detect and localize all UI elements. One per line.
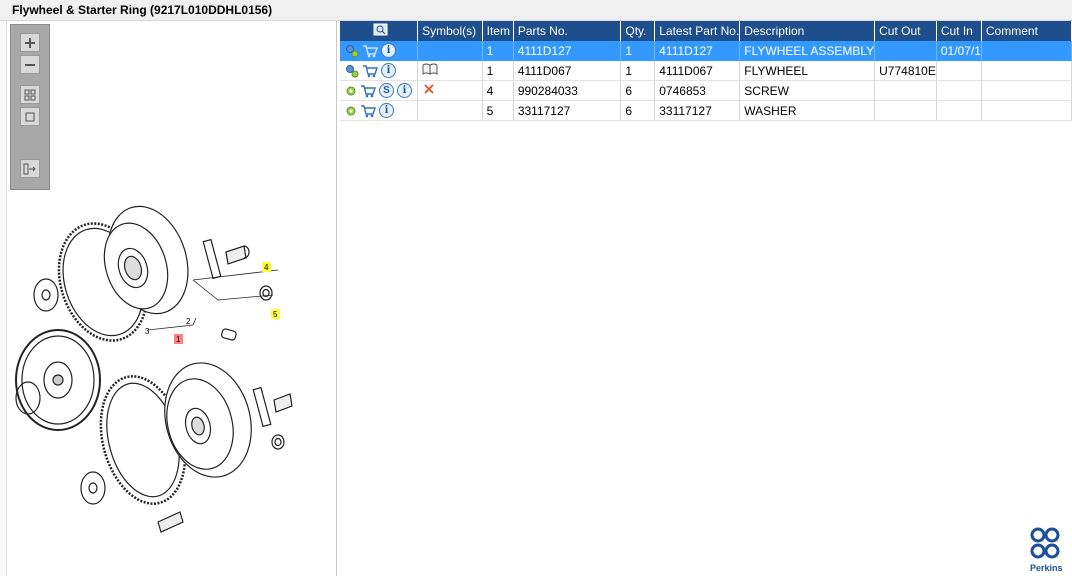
table-header: Symbol(s) Item Parts No. Qty. Latest Par… bbox=[340, 21, 1072, 41]
col-actions[interactable] bbox=[340, 21, 419, 41]
callout-2: 2 bbox=[186, 317, 191, 326]
cell-latest-part-no: 33117127 bbox=[654, 100, 741, 121]
cell-item: 5 bbox=[482, 100, 514, 121]
cart-icon[interactable] bbox=[362, 64, 378, 78]
cell-symbols bbox=[417, 100, 483, 121]
col-symbols[interactable]: Symbol(s) bbox=[417, 21, 483, 41]
gears-icon[interactable] bbox=[345, 64, 359, 78]
pane-splitter[interactable] bbox=[0, 21, 7, 576]
row-actions: S i bbox=[340, 80, 419, 101]
window-title: Flywheel & Starter Ring (9217L010DDHL015… bbox=[12, 3, 273, 17]
gear-icon[interactable] bbox=[345, 84, 357, 98]
col-cut-in[interactable]: Cut In bbox=[936, 21, 982, 41]
cell-description: FLYWHEEL ASSEMBLY bbox=[739, 41, 876, 61]
zoom-out-button[interactable] bbox=[20, 55, 40, 74]
cell-cut-out bbox=[874, 100, 937, 121]
cell-parts-no: 990284033 bbox=[513, 80, 622, 101]
zoom-in-button[interactable] bbox=[20, 33, 40, 52]
col-cut-out[interactable]: Cut Out bbox=[874, 21, 937, 41]
gear-icon[interactable] bbox=[345, 104, 357, 118]
cell-qty: 6 bbox=[620, 80, 656, 101]
book-icon[interactable] bbox=[422, 62, 438, 76]
export-button[interactable] bbox=[20, 159, 40, 178]
cross-icon[interactable] bbox=[422, 82, 436, 96]
grid-icon bbox=[24, 89, 36, 100]
square-icon bbox=[25, 112, 35, 121]
cell-cut-in bbox=[936, 100, 982, 121]
parts-diagram: 4 5 1 2 3 bbox=[8, 200, 328, 570]
cell-description: WASHER bbox=[739, 100, 876, 121]
export-icon bbox=[23, 163, 36, 174]
cell-symbols bbox=[417, 60, 483, 81]
cell-cut-in bbox=[936, 80, 982, 101]
zoom-toolbox bbox=[10, 24, 50, 190]
info-icon[interactable]: i bbox=[397, 83, 412, 98]
parts-grid: Symbol(s) Item Parts No. Qty. Latest Par… bbox=[340, 21, 1072, 576]
row-actions: i bbox=[340, 41, 419, 61]
plus-icon bbox=[25, 37, 35, 48]
table-row[interactable]: i 1 4111D127 1 4111D127 FLYWHEEL ASSEMBL… bbox=[340, 41, 1072, 61]
title-bar: Flywheel & Starter Ring (9217L010DDHL015… bbox=[0, 0, 1072, 21]
cell-comment bbox=[981, 100, 1072, 121]
col-parts-no[interactable]: Parts No. bbox=[513, 21, 622, 41]
info-icon[interactable]: i bbox=[381, 43, 396, 58]
info-icon[interactable]: i bbox=[381, 63, 396, 78]
cell-item: 1 bbox=[482, 60, 514, 81]
cell-comment bbox=[981, 80, 1072, 101]
cart-icon[interactable] bbox=[362, 44, 378, 58]
row-actions: i bbox=[340, 60, 419, 81]
cell-item: 4 bbox=[482, 80, 514, 101]
cell-qty: 1 bbox=[620, 60, 656, 81]
cell-comment bbox=[981, 41, 1072, 61]
cell-cut-in bbox=[936, 60, 982, 81]
cell-qty: 1 bbox=[620, 41, 656, 61]
callout-1: 1 bbox=[176, 335, 181, 344]
col-description[interactable]: Description bbox=[739, 21, 876, 41]
cell-qty: 6 bbox=[620, 100, 656, 121]
cell-cut-out: U774810E bbox=[874, 60, 937, 81]
cell-description: SCREW bbox=[739, 80, 876, 101]
info-icon[interactable]: i bbox=[379, 103, 394, 118]
row-actions: i bbox=[340, 100, 419, 121]
column-chooser-icon bbox=[373, 23, 388, 35]
cell-description: FLYWHEEL bbox=[739, 60, 876, 81]
cell-cut-out bbox=[874, 80, 937, 101]
cell-item: 1 bbox=[482, 41, 514, 61]
cell-latest-part-no: 4111D067 bbox=[654, 60, 741, 81]
cell-latest-part-no: 0746853 bbox=[654, 80, 741, 101]
cell-symbols bbox=[417, 41, 483, 61]
perkins-logo: Perkins bbox=[1028, 526, 1068, 574]
cell-parts-no: 33117127 bbox=[513, 100, 622, 121]
col-qty[interactable]: Qty. bbox=[620, 21, 656, 41]
cell-parts-no: 4111D127 bbox=[513, 41, 622, 61]
perkins-logo-mark bbox=[1030, 527, 1060, 559]
minus-icon bbox=[25, 63, 35, 66]
actual-size-button[interactable] bbox=[20, 107, 40, 126]
gears-icon[interactable] bbox=[345, 44, 359, 58]
callout-4: 4 bbox=[264, 263, 269, 272]
col-comment[interactable]: Comment bbox=[981, 21, 1072, 41]
cell-cut-in: 01/07/1 bbox=[936, 41, 982, 61]
table-row[interactable]: i 1 4111D067 1 4111D067 FLYWHEEL U774810… bbox=[340, 60, 1072, 81]
cell-symbols bbox=[417, 80, 483, 101]
cell-parts-no: 4111D067 bbox=[513, 60, 622, 81]
table-row[interactable]: i 5 33117127 6 33117127 WASHER bbox=[340, 100, 1072, 121]
s-badge-icon[interactable]: S bbox=[379, 83, 394, 98]
cart-icon[interactable] bbox=[360, 104, 376, 118]
brand-name: Perkins bbox=[1030, 563, 1063, 573]
parts-table: Symbol(s) Item Parts No. Qty. Latest Par… bbox=[340, 21, 1072, 121]
callout-5: 5 bbox=[273, 310, 278, 319]
flywheel-exploded-drawing: 4 5 1 2 3 bbox=[15, 205, 293, 533]
fit-all-button[interactable] bbox=[20, 85, 40, 104]
col-latest-part-no[interactable]: Latest Part No. bbox=[654, 21, 741, 41]
callout-3: 3 bbox=[145, 327, 150, 336]
cart-icon[interactable] bbox=[360, 84, 376, 98]
cell-latest-part-no: 4111D127 bbox=[654, 41, 741, 61]
cell-comment bbox=[981, 60, 1072, 81]
cell-cut-out bbox=[874, 41, 937, 61]
table-row[interactable]: S i 4 990284033 6 0746853 SCREW bbox=[340, 80, 1072, 101]
col-item[interactable]: Item bbox=[482, 21, 514, 41]
